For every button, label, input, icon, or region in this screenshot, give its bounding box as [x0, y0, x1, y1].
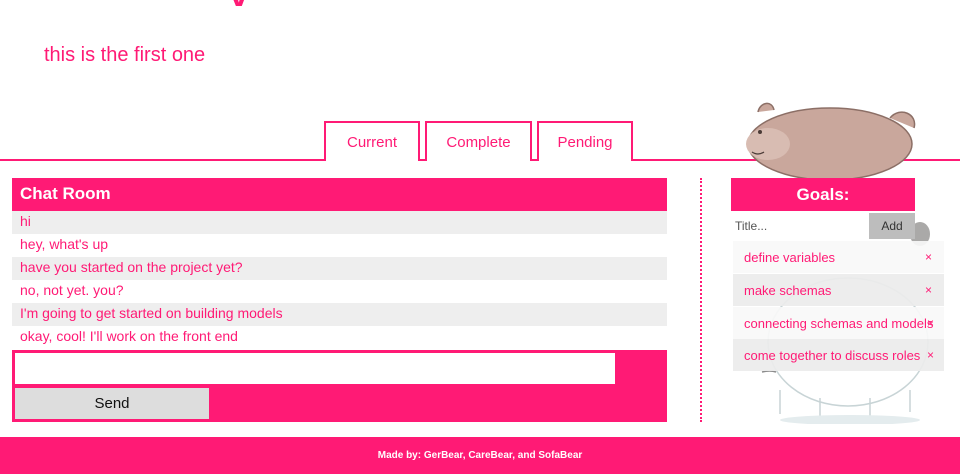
goal-item-label: connecting schemas and models	[744, 316, 934, 331]
chat-room-title: Chat Room	[12, 178, 667, 211]
goals-title: Goals:	[731, 178, 915, 211]
goal-item[interactable]: define variables ×	[733, 241, 944, 273]
remove-goal-icon[interactable]: ×	[925, 250, 932, 264]
remove-goal-icon[interactable]: ×	[925, 283, 932, 297]
goal-item-label: come together to discuss roles	[744, 348, 921, 363]
tab-current[interactable]: Current	[324, 121, 420, 161]
tab-bar: Current Complete Pending	[324, 121, 633, 161]
goal-title-input[interactable]	[731, 213, 869, 239]
goal-item-label: define variables	[744, 250, 836, 265]
page-subtitle: this is the first one	[44, 44, 206, 66]
goal-item[interactable]: connecting schemas and models ×	[733, 307, 944, 339]
remove-goal-icon[interactable]: ×	[927, 316, 934, 330]
add-goal-button[interactable]: Add	[869, 213, 915, 239]
chat-message: hi	[12, 211, 667, 234]
send-button[interactable]: Send	[15, 388, 209, 419]
page-title-fragment: y	[228, 0, 268, 6]
chat-room-panel: Chat Room hi hey, what's up have you sta…	[12, 178, 667, 422]
tab-complete[interactable]: Complete	[425, 121, 532, 161]
chat-message-input[interactable]	[15, 353, 615, 384]
page-title-clipped: y	[228, 0, 268, 6]
chat-message: I'm going to get started on building mod…	[12, 303, 667, 326]
goal-item-label: make schemas	[744, 283, 832, 298]
bear-illustration-top	[746, 102, 916, 181]
tab-pending[interactable]: Pending	[537, 121, 633, 161]
chat-message: hey, what's up	[12, 234, 667, 257]
chat-message: no, not yet. you?	[12, 280, 667, 303]
dotted-divider	[700, 178, 702, 422]
remove-goal-icon[interactable]: ×	[927, 348, 934, 362]
chat-message: have you started on the project yet?	[12, 257, 667, 280]
chat-compose-area: Send	[12, 350, 667, 422]
chat-message: okay, cool! I'll work on the front end	[12, 326, 667, 349]
goal-item[interactable]: make schemas ×	[733, 274, 944, 306]
footer-credits: Made by: GerBear, CareBear, and SofaBear	[0, 437, 960, 474]
goal-item[interactable]: come together to discuss roles ×	[733, 339, 944, 371]
